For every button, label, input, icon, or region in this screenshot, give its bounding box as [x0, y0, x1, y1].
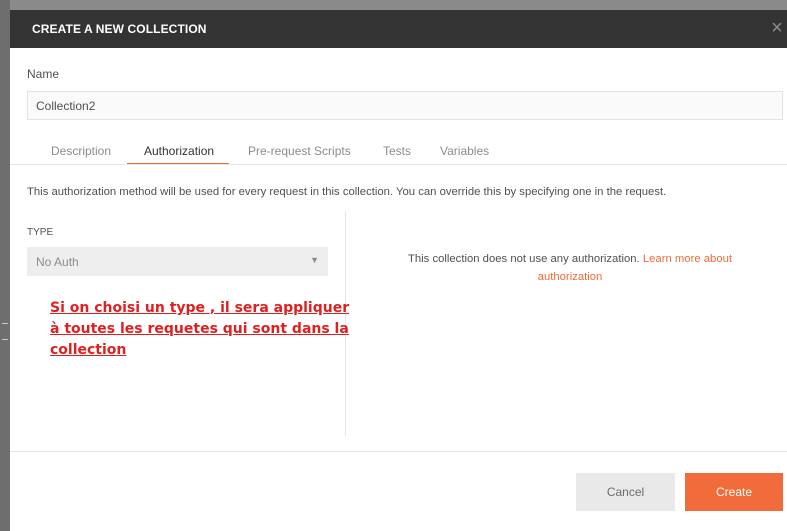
no-auth-text: This collection does not use any authori…	[407, 253, 643, 265]
chevron-down-icon: ▼	[310, 255, 319, 265]
modal-header: CREATE A NEW COLLECTION ×	[10, 10, 787, 48]
background-mark	[2, 339, 8, 340]
type-label: TYPE	[27, 227, 54, 238]
tab-pre-request-scripts[interactable]: Pre-request Scripts	[248, 144, 351, 158]
tab-variables[interactable]: Variables	[440, 144, 489, 158]
annotation-note: Si on choisi un type , il sera appliquer…	[50, 300, 350, 358]
tab-description[interactable]: Description	[51, 144, 111, 158]
background-app-edge	[0, 0, 10, 531]
tab-authorization[interactable]: Authorization	[144, 144, 214, 158]
authorization-info-text: This authorization method will be used f…	[27, 186, 667, 198]
create-button[interactable]: Create	[685, 473, 783, 511]
name-label: Name	[27, 67, 60, 81]
footer-divider	[10, 451, 787, 452]
close-icon[interactable]: ×	[767, 18, 787, 38]
modal-title: CREATE A NEW COLLECTION	[32, 22, 207, 36]
create-collection-modal: CREATE A NEW COLLECTION × Name Descripti…	[10, 10, 787, 531]
tab-tests[interactable]: Tests	[383, 144, 411, 158]
no-auth-message: This collection does not use any authori…	[375, 250, 765, 286]
collection-name-input[interactable]	[27, 91, 783, 120]
background-mark	[2, 323, 8, 324]
cancel-button[interactable]: Cancel	[576, 473, 675, 511]
tabs-divider	[10, 164, 787, 165]
auth-type-value: No Auth	[36, 255, 79, 269]
auth-type-select[interactable]: No Auth ▼	[27, 247, 328, 276]
